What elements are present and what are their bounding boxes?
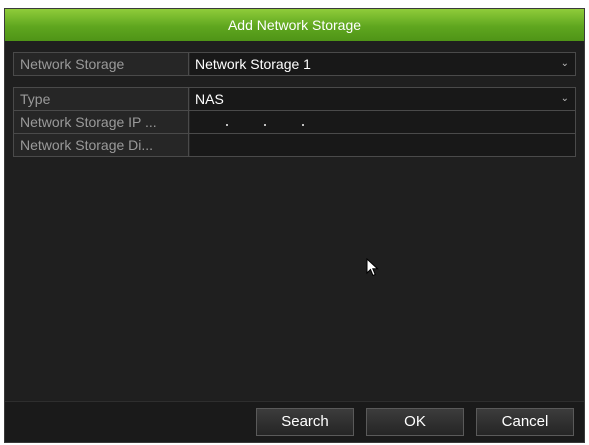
network-storage-row: Network Storage Network Storage 1 ⌄ xyxy=(13,52,576,76)
add-network-storage-dialog: Add Network Storage Network Storage Netw… xyxy=(4,8,585,443)
network-storage-select[interactable]: Network Storage 1 ⌄ xyxy=(190,53,575,75)
mouse-pointer-icon xyxy=(366,258,379,277)
network-storage-directory-input[interactable] xyxy=(190,134,575,156)
network-storage-value: Network Storage 1 xyxy=(195,56,311,72)
dialog-footer: Search OK Cancel xyxy=(5,401,584,442)
ip-row: Network Storage IP ... xyxy=(13,110,576,134)
network-storage-directory-label: Network Storage Di... xyxy=(14,134,189,156)
chevron-down-icon: ⌄ xyxy=(560,58,569,69)
network-storage-ip-input[interactable] xyxy=(190,111,575,133)
search-button[interactable]: Search xyxy=(256,408,354,436)
chevron-down-icon: ⌄ xyxy=(560,93,569,104)
cancel-button[interactable]: Cancel xyxy=(476,408,574,436)
type-row: Type NAS ⌄ xyxy=(13,87,576,111)
type-value: NAS xyxy=(195,91,224,107)
type-select[interactable]: NAS ⌄ xyxy=(190,88,575,110)
type-label: Type xyxy=(14,88,189,110)
network-storage-ip-label: Network Storage IP ... xyxy=(14,111,189,133)
ok-button[interactable]: OK xyxy=(366,408,464,436)
network-storage-label: Network Storage xyxy=(14,53,189,75)
ip-separator-dots xyxy=(226,111,310,133)
dialog-title: Add Network Storage xyxy=(5,9,584,41)
directory-row: Network Storage Di... xyxy=(13,133,576,157)
